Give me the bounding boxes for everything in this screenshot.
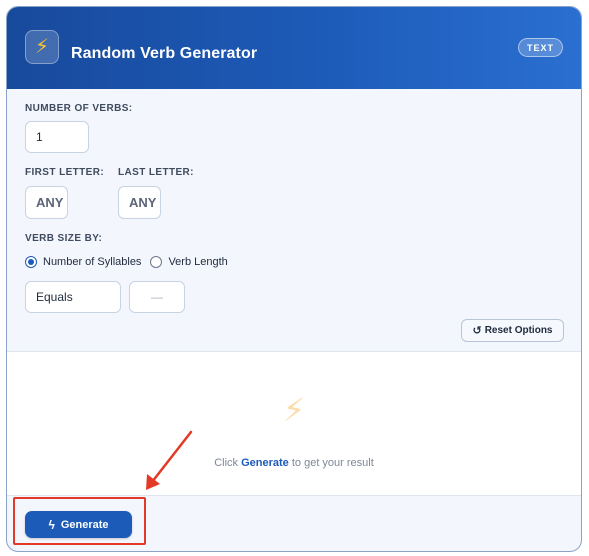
generator-card: ⚡ Random Verb Generator TEXT NUMBER OF V… [6, 6, 582, 552]
radio-length-label: Verb Length [168, 256, 228, 268]
num-verbs-input[interactable]: 1 [25, 121, 89, 153]
first-letter-input[interactable]: ANY [25, 186, 68, 219]
reset-icon: ↺ [472, 325, 482, 337]
hint-suffix: to get your result [291, 457, 374, 469]
type-badge: TEXT [517, 38, 563, 57]
result-area: ⚡ Click Generate to get your result [7, 351, 581, 496]
radio-syllables-label: Number of Syllables [43, 256, 142, 268]
radio-length[interactable]: Verb Length [150, 256, 228, 268]
last-letter-input[interactable]: ANY [118, 186, 161, 219]
last-letter-label: LAST LETTER: [118, 167, 194, 178]
size-value-input[interactable]: — [129, 281, 185, 313]
result-hint: Click Generate to get your result [7, 457, 581, 469]
generate-highlight-box [13, 497, 146, 545]
verb-size-label: VERB SIZE BY: [25, 233, 103, 244]
radio-syllables-control[interactable] [25, 256, 37, 268]
comparator-select[interactable]: Equals [25, 281, 121, 313]
verb-size-options: Number of Syllables Verb Length [25, 256, 237, 268]
reset-options-button[interactable]: ↺ Reset Options [461, 319, 564, 342]
reset-options-label: Reset Options [484, 325, 553, 336]
card-header: ⚡ Random Verb Generator TEXT [7, 7, 581, 89]
num-verbs-label: NUMBER OF VERBS: [25, 103, 133, 114]
lightning-bolt-icon: ⚡ [25, 30, 59, 64]
radio-length-control[interactable] [150, 256, 163, 268]
lightning-bolt-placeholder-icon: ⚡ [282, 392, 306, 428]
hint-prefix: Click [214, 457, 239, 469]
page-title: Random Verb Generator [71, 45, 258, 62]
first-letter-label: FIRST LETTER: [25, 167, 105, 178]
hint-action: Generate [241, 457, 289, 469]
radio-syllables[interactable]: Number of Syllables [25, 256, 141, 268]
